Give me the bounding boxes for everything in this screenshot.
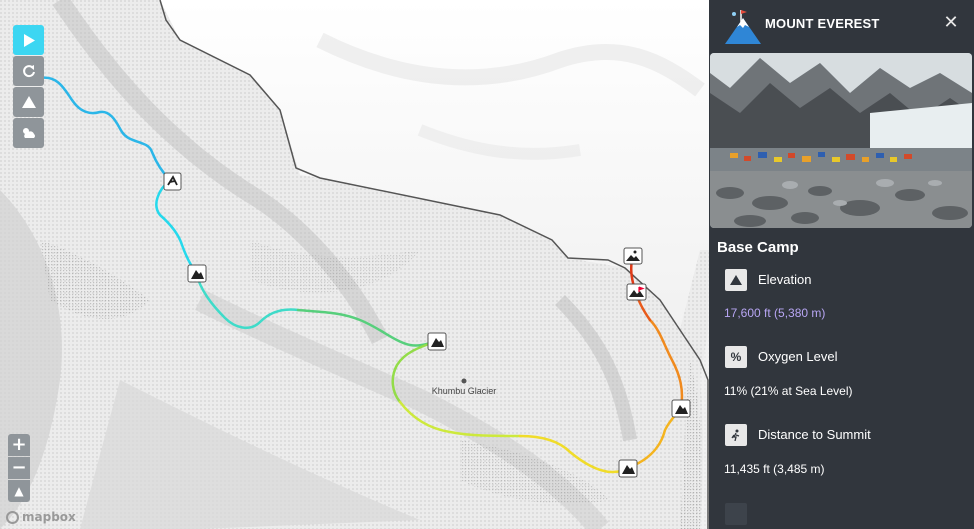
- waypoint-summit-flag-icon[interactable]: [626, 283, 647, 301]
- waypoint-camp-icon[interactable]: [163, 172, 182, 191]
- zoom-out-button[interactable]: −: [8, 457, 30, 479]
- location-name: Base Camp: [717, 239, 799, 256]
- stat-value-distance: 11,435 ft (3,485 m): [724, 462, 825, 476]
- base-camp-photo: [710, 53, 972, 228]
- waypoint-mountain-icon[interactable]: [427, 332, 447, 351]
- stat-value-elevation: 17,600 ft (5,380 m): [724, 306, 826, 320]
- weather-button[interactable]: [13, 118, 44, 148]
- everest-logo-icon: [725, 10, 761, 44]
- play-icon: [23, 33, 35, 47]
- mountain-icon: [725, 269, 747, 291]
- glacier-label: Khumbu Glacier: [432, 386, 497, 396]
- weather-icon: [22, 128, 35, 138]
- stat-label-oxygen: Oxygen Level: [758, 349, 838, 364]
- stat-label-elevation: Elevation: [758, 272, 812, 287]
- waypoint-mountain-icon[interactable]: [618, 459, 638, 478]
- waypoint-summit-person-icon[interactable]: [623, 247, 643, 265]
- reset-icon: [22, 65, 35, 78]
- percent-icon: %: [725, 346, 747, 368]
- play-button[interactable]: [13, 25, 44, 55]
- mountain-icon: [21, 96, 36, 108]
- mapbox-logo-text: mapbox: [22, 510, 76, 524]
- next-stat-icon: [725, 503, 747, 525]
- panel-title: MOUNT EVEREST: [765, 16, 880, 31]
- stat-label-distance: Distance to Summit: [758, 427, 871, 442]
- hiker-icon: [725, 424, 747, 446]
- mapbox-logo-icon: [6, 510, 19, 524]
- compass-button[interactable]: ▲: [8, 480, 30, 502]
- terrain-button[interactable]: [13, 87, 44, 117]
- panel-header: MOUNT EVEREST ✕: [709, 0, 974, 52]
- glacier-marker: [461, 378, 467, 384]
- info-panel: MOUNT EVEREST ✕ Base Camp Elevation 17,6…: [709, 0, 974, 529]
- reset-button[interactable]: [13, 56, 44, 86]
- waypoint-mountain-icon[interactable]: [187, 264, 207, 283]
- waypoint-mountain-icon[interactable]: [671, 399, 691, 418]
- zoom-in-button[interactable]: +: [8, 434, 30, 456]
- mapbox-logo[interactable]: mapbox: [6, 510, 76, 524]
- stat-value-oxygen: 11% (21% at Sea Level): [724, 384, 853, 398]
- close-button[interactable]: ✕: [943, 14, 959, 32]
